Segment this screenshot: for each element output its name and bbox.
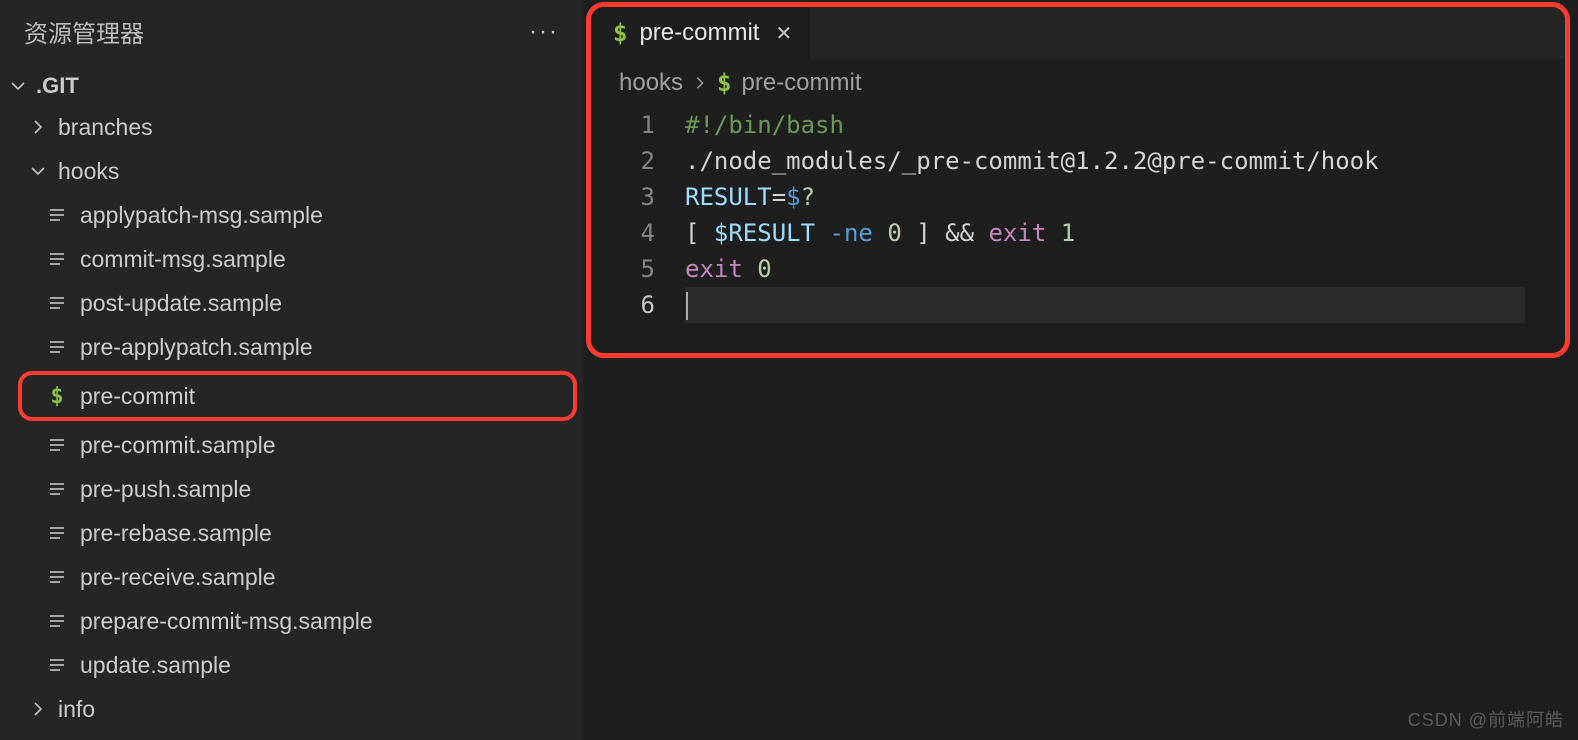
- tab-pre-commit[interactable]: $ pre-commit ✕: [591, 7, 810, 59]
- text-file-icon: [46, 293, 68, 313]
- code-line[interactable]: 2./node_modules/_pre-commit@1.2.2@pre-co…: [591, 143, 1565, 179]
- code-line[interactable]: 3RESULT=$?: [591, 179, 1565, 215]
- file-item[interactable]: pre-push.sample: [0, 467, 583, 511]
- line-content[interactable]: RESULT=$?: [685, 179, 815, 215]
- shell-icon: $: [613, 19, 627, 47]
- line-content[interactable]: exit 0: [685, 251, 772, 287]
- file-tree: branches hooks applypatch-msg.sample comm…: [0, 105, 583, 740]
- shell-icon: $: [717, 69, 731, 97]
- explorer-header: 资源管理器 ···: [0, 8, 583, 67]
- folder-label: branches: [58, 114, 153, 141]
- breadcrumb[interactable]: hooks $ pre-commit: [591, 59, 1565, 105]
- chevron-down-icon: [30, 163, 46, 179]
- file-label: post-update.sample: [80, 290, 282, 317]
- file-item[interactable]: commit-msg.sample: [0, 237, 583, 281]
- file-label: commit-msg.sample: [80, 246, 286, 273]
- breadcrumb-file[interactable]: pre-commit: [742, 69, 862, 97]
- breadcrumb-folder[interactable]: hooks: [619, 69, 683, 97]
- code-line[interactable]: 5exit 0: [591, 251, 1565, 287]
- file-item[interactable]: post-update.sample: [0, 281, 583, 325]
- text-file-icon: [46, 611, 68, 631]
- root-folder-row[interactable]: .GIT: [0, 67, 583, 105]
- file-label: prepare-commit-msg.sample: [80, 608, 373, 635]
- file-label: pre-applypatch.sample: [80, 334, 313, 361]
- text-file-icon: [46, 655, 68, 675]
- file-item[interactable]: $ pre-commit: [18, 371, 577, 421]
- line-number: 1: [591, 107, 685, 143]
- file-label: pre-rebase.sample: [80, 520, 272, 547]
- folder-hooks[interactable]: hooks: [0, 149, 583, 193]
- cursor: [686, 292, 688, 320]
- file-item[interactable]: update.sample: [0, 643, 583, 687]
- folder-label: hooks: [58, 158, 119, 185]
- file-item[interactable]: prepare-commit-msg.sample: [0, 599, 583, 643]
- text-file-icon: [46, 435, 68, 455]
- chevron-right-icon: [693, 69, 707, 97]
- chevron-right-icon: [30, 701, 46, 717]
- folder-label: info: [58, 696, 95, 723]
- line-content[interactable]: #!/bin/bash: [685, 107, 844, 143]
- file-item[interactable]: pre-rebase.sample: [0, 511, 583, 555]
- line-number: 2: [591, 143, 685, 179]
- text-file-icon: [46, 567, 68, 587]
- code-line[interactable]: 1#!/bin/bash: [591, 107, 1565, 143]
- text-file-icon: [46, 523, 68, 543]
- chevron-right-icon: [30, 119, 46, 135]
- line-number: 4: [591, 215, 685, 251]
- line-number: 5: [591, 251, 685, 287]
- explorer-title: 资源管理器: [24, 14, 144, 49]
- root-folder-label: .GIT: [36, 73, 79, 99]
- line-content[interactable]: ./node_modules/_pre-commit@1.2.2@pre-com…: [685, 143, 1379, 179]
- text-file-icon: [46, 479, 68, 499]
- file-label: pre-commit.sample: [80, 432, 276, 459]
- code-line[interactable]: 6: [591, 287, 1565, 323]
- more-icon[interactable]: ···: [529, 18, 565, 46]
- explorer-sidebar: 资源管理器 ··· .GIT branches hooks applypatch…: [0, 0, 583, 740]
- line-content[interactable]: [ $RESULT -ne 0 ] && exit 1: [685, 215, 1075, 251]
- shell-icon: $: [46, 384, 68, 409]
- close-icon[interactable]: ✕: [771, 17, 796, 50]
- tab-bar: $ pre-commit ✕: [591, 7, 1565, 59]
- file-label: pre-receive.sample: [80, 564, 276, 591]
- folder-info[interactable]: info: [0, 687, 583, 731]
- chevron-down-icon: [10, 78, 26, 94]
- file-item[interactable]: pre-commit.sample: [0, 423, 583, 467]
- text-file-icon: [46, 337, 68, 357]
- text-file-icon: [46, 249, 68, 269]
- code-editor[interactable]: 1#!/bin/bash2./node_modules/_pre-commit@…: [591, 105, 1565, 353]
- file-item[interactable]: pre-applypatch.sample: [0, 325, 583, 369]
- line-number: 6: [591, 287, 685, 323]
- file-label: update.sample: [80, 652, 231, 679]
- editor-highlight-box: $ pre-commit ✕ hooks $ pre-commit 1#!/bi…: [586, 2, 1570, 358]
- line-content[interactable]: [685, 287, 1525, 323]
- tab-title: pre-commit: [639, 19, 759, 47]
- text-file-icon: [46, 205, 68, 225]
- line-number: 3: [591, 179, 685, 215]
- editor-area: $ pre-commit ✕ hooks $ pre-commit 1#!/bi…: [583, 0, 1578, 740]
- code-line[interactable]: 4[ $RESULT -ne 0 ] && exit 1: [591, 215, 1565, 251]
- file-item[interactable]: pre-receive.sample: [0, 555, 583, 599]
- file-label: pre-push.sample: [80, 476, 251, 503]
- file-item[interactable]: applypatch-msg.sample: [0, 193, 583, 237]
- folder-branches[interactable]: branches: [0, 105, 583, 149]
- file-label: pre-commit: [80, 383, 195, 410]
- file-label: applypatch-msg.sample: [80, 202, 323, 229]
